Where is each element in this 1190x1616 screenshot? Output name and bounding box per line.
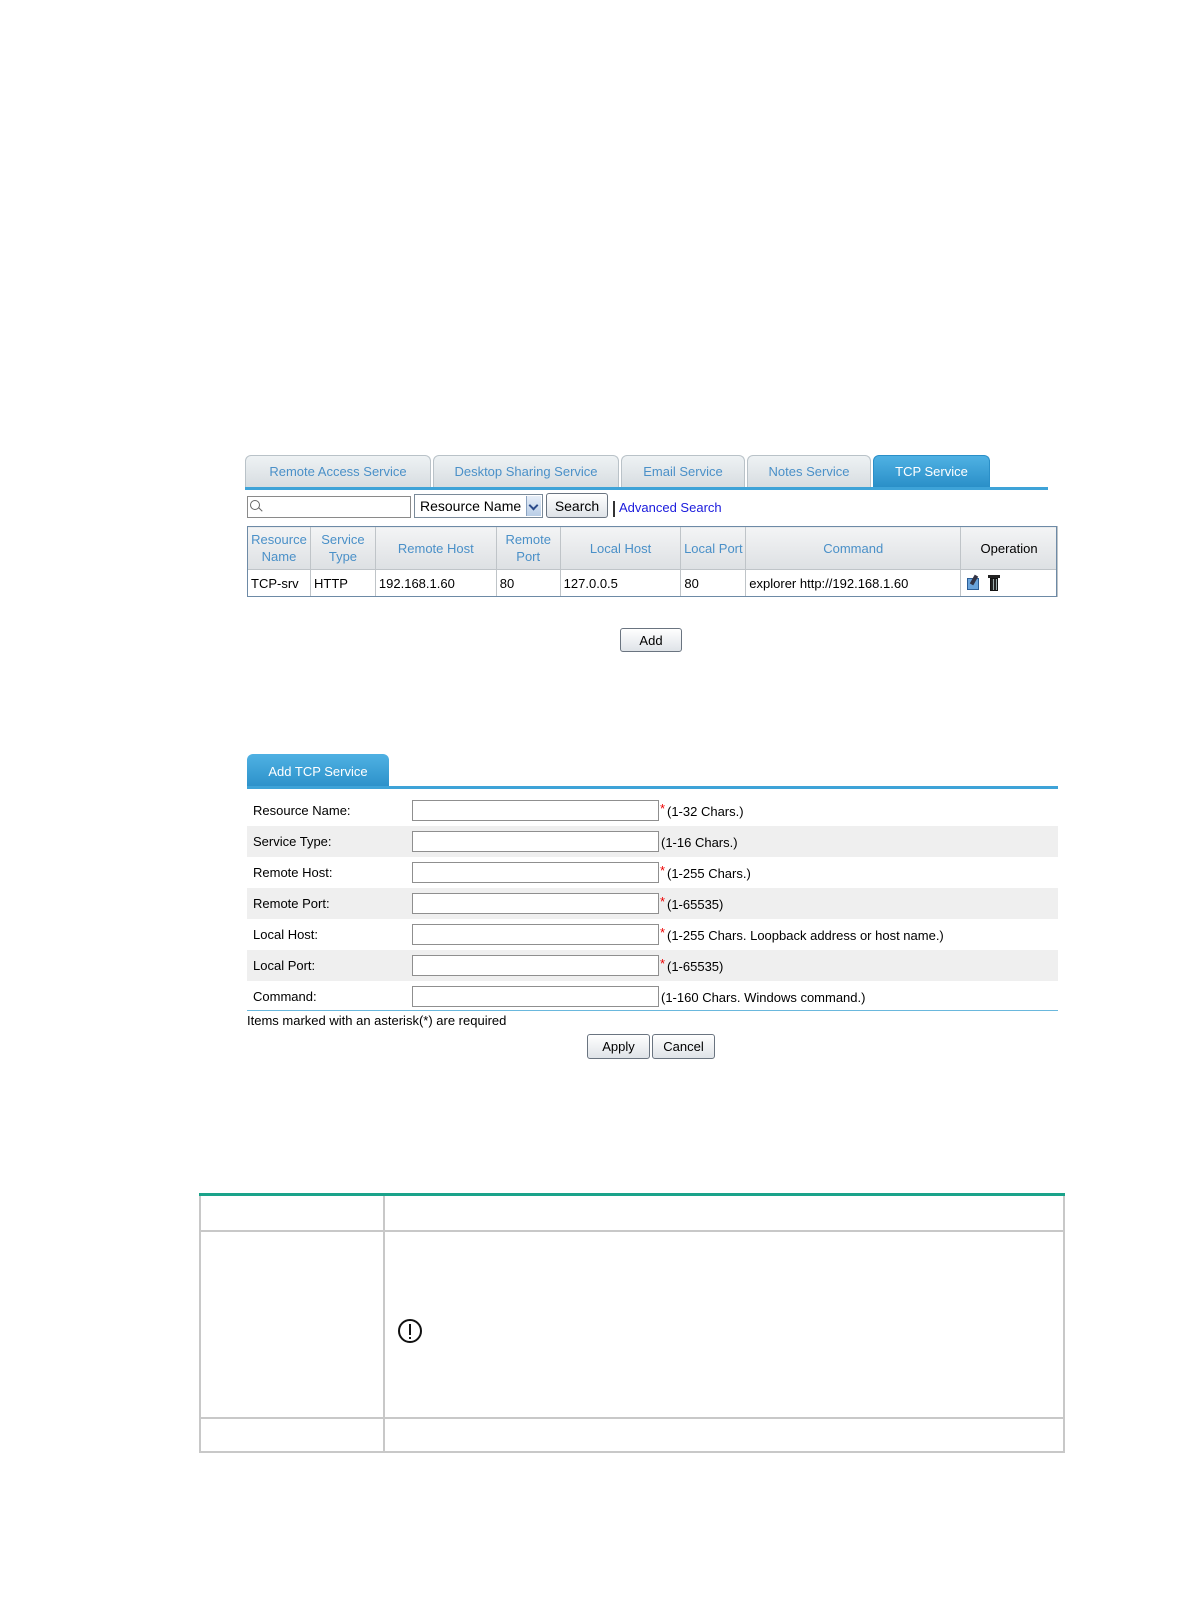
resource-name-input[interactable]: [412, 800, 659, 821]
doc-table-row-divider: [199, 1230, 1065, 1232]
tab-notes-service[interactable]: Notes Service: [747, 455, 871, 487]
tab-desktop-sharing-service[interactable]: Desktop Sharing Service: [433, 455, 619, 487]
resource-name-label: Resource Name:: [253, 803, 351, 818]
cell-local-port: 80: [680, 569, 747, 597]
form-divider: [247, 786, 1058, 789]
local-port-hint: (1-65535): [667, 959, 724, 974]
command-label: Command:: [253, 989, 317, 1004]
cell-remote-host: 192.168.1.60: [374, 569, 497, 597]
remote-port-label: Remote Port:: [253, 896, 330, 911]
form-row-command: Command: (1-160 Chars. Windows command.): [247, 981, 1058, 1012]
local-host-label: Local Host:: [253, 927, 319, 942]
service-type-input[interactable]: [412, 831, 659, 852]
col-command[interactable]: Command: [745, 526, 962, 570]
remote-port-input[interactable]: [412, 893, 659, 914]
tab-tcp-service[interactable]: TCP Service: [873, 455, 990, 487]
doc-table-column-divider: [383, 1196, 385, 1453]
tab-label: Email Service: [643, 464, 723, 479]
cell-command: explorer http://192.168.1.60: [745, 569, 962, 597]
tab-label: Notes Service: [768, 464, 850, 479]
remote-host-hint: (1-255 Chars.): [667, 866, 751, 881]
col-local-port[interactable]: Local Port: [680, 526, 747, 570]
chevron-down-icon[interactable]: [526, 496, 541, 516]
form-row-remote-host: Remote Host: * (1-255 Chars.): [247, 857, 1058, 888]
tab-add-tcp-service: Add TCP Service: [247, 754, 389, 789]
search-box: [247, 496, 411, 518]
add-button[interactable]: Add: [620, 628, 682, 652]
col-remote-host[interactable]: Remote Host: [374, 526, 497, 570]
modify-icon[interactable]: [966, 574, 982, 591]
col-service-type[interactable]: Service Type: [309, 526, 376, 570]
local-host-input[interactable]: [412, 924, 659, 945]
service-tabs: Remote Access Service Desktop Sharing Se…: [245, 455, 1048, 491]
link-separator: [613, 501, 615, 517]
remote-host-label: Remote Host:: [253, 865, 333, 880]
required-marker: *: [660, 956, 666, 971]
tab-label: TCP Service: [895, 464, 968, 479]
advanced-search-link[interactable]: Advanced Search: [619, 500, 722, 515]
tab-remote-access-service[interactable]: Remote Access Service: [245, 455, 431, 487]
delete-icon[interactable]: [988, 574, 1001, 592]
form-title: Add TCP Service: [268, 764, 368, 779]
cell-resource-name: TCP-srv: [247, 569, 311, 597]
service-type-label: Service Type:: [253, 834, 332, 849]
col-local-host[interactable]: Local Host: [559, 526, 682, 570]
required-marker: *: [660, 925, 666, 940]
search-field-select[interactable]: Resource Name: [414, 494, 543, 518]
doc-table: [199, 1196, 1065, 1453]
apply-button[interactable]: Apply: [587, 1034, 650, 1059]
command-hint: (1-160 Chars. Windows command.): [661, 990, 866, 1005]
col-operation: Operation: [960, 526, 1058, 570]
local-port-input[interactable]: [412, 955, 659, 976]
cell-local-host: 127.0.0.5: [559, 569, 682, 597]
cancel-button[interactable]: Cancel: [652, 1034, 715, 1059]
search-button[interactable]: Search: [546, 493, 608, 518]
remote-port-hint: (1-65535): [667, 897, 724, 912]
tab-divider: [245, 487, 1048, 490]
col-remote-port[interactable]: Remote Port: [495, 526, 561, 570]
select-value: Resource Name: [420, 498, 522, 514]
required-marker: *: [660, 863, 666, 878]
form-row-local-port: Local Port: * (1-65535): [247, 950, 1058, 981]
col-resource-name[interactable]: Resource Name: [247, 526, 311, 570]
cell-operation: [960, 569, 1058, 597]
local-port-label: Local Port:: [253, 958, 316, 973]
cell-service-type: HTTP: [309, 569, 376, 597]
required-marker: *: [660, 801, 666, 816]
form-row-local-host: Local Host: * (1-255 Chars. Loopback add…: [247, 919, 1058, 950]
table-header-row: Resource Name Service Type Remote Host R…: [247, 526, 1058, 570]
resource-name-hint: (1-32 Chars.): [667, 804, 744, 819]
required-marker: *: [660, 894, 666, 909]
doc-table-row-divider: [199, 1417, 1065, 1419]
warning-circle-icon: [398, 1319, 422, 1343]
form-row-remote-port: Remote Port: * (1-65535): [247, 888, 1058, 919]
search-input[interactable]: [262, 498, 410, 518]
service-type-hint: (1-16 Chars.): [661, 835, 738, 850]
table-row: TCP-srv HTTP 192.168.1.60 80 127.0.0.5 8…: [247, 569, 1058, 597]
tcp-service-table: Resource Name Service Type Remote Host R…: [247, 526, 1058, 597]
tab-label: Remote Access Service: [269, 464, 407, 479]
local-host-hint: (1-255 Chars. Loopback address or host n…: [667, 928, 944, 943]
required-note: Items marked with an asterisk(*) are req…: [247, 1013, 507, 1028]
search-icon: [250, 500, 260, 510]
form-bottom-divider: [247, 1010, 1058, 1011]
command-input[interactable]: [412, 986, 659, 1007]
tab-email-service[interactable]: Email Service: [621, 455, 745, 487]
form-row-resource-name: Resource Name: * (1-32 Chars.): [247, 795, 1058, 826]
tab-label: Desktop Sharing Service: [454, 464, 598, 479]
cell-remote-port: 80: [495, 569, 561, 597]
form-row-service-type: Service Type: (1-16 Chars.): [247, 826, 1058, 857]
remote-host-input[interactable]: [412, 862, 659, 883]
